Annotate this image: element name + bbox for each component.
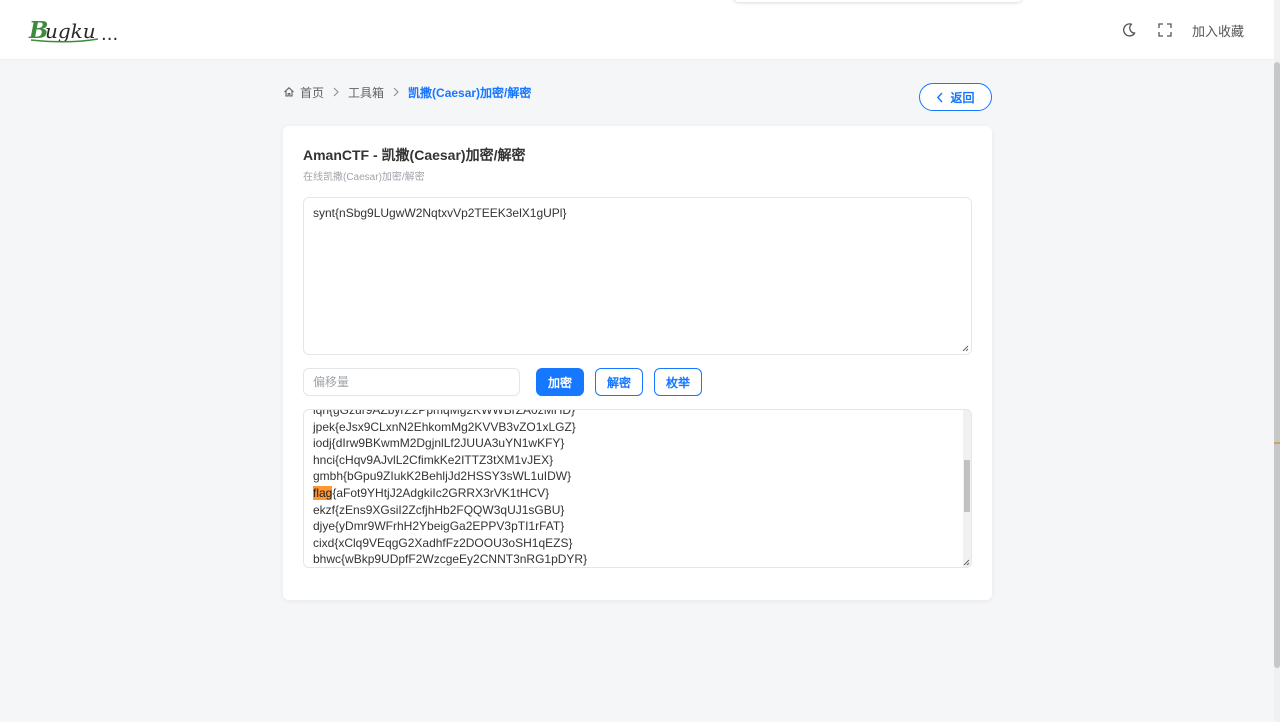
logo-dots: ... xyxy=(101,24,118,45)
logo-wordmark: B ugku ... xyxy=(28,17,118,45)
output-line-text: cixd{xClq9VEqgG2XadhfFz2DOOU3oSH1qEZS} xyxy=(313,535,573,550)
encrypt-button[interactable]: 加密 xyxy=(536,368,584,396)
caesar-tool-card: AmanCTF - 凯撒(Caesar)加密/解密 在线凯撒(Caesar)加密… xyxy=(283,126,992,600)
output-line-text: bhwc{wBkp9UDpfF2WzcgeEy2CNNT3nRG1pDYR} xyxy=(313,552,588,567)
cipher-input-textarea[interactable]: synt{nSbg9LUgwW2NqtxvVp2TEEK3elX1gUPl} xyxy=(303,197,972,355)
breadcrumb-current: 凯撒(Caesar)加密/解密 xyxy=(408,85,532,100)
output-line-partial: lqrl{gGzur9AZbyrZ2PpmqMg2KWWBrZA0zMHD} xyxy=(313,409,576,417)
output-line: ekzf{zEns9XGsiI2ZcfjhHb2FQQW3qUJ1sGBU} xyxy=(313,502,587,519)
output-line: djye{yDmr9WFrhH2YbeigGa2EPPV3pTI1rFAT} xyxy=(313,518,587,535)
breadcrumb-home[interactable]: 首页 xyxy=(300,84,324,101)
output-line-text: {aFot9YHtjJ2AdgkiIc2GRRX3rVK1tHCV} xyxy=(332,485,550,500)
output-line-text: djye{yDmr9WFrhH2YbeigGa2EPPV3pTI1rFAT} xyxy=(313,519,565,534)
output-line: cixd{xClq9VEqgG2XadhfFz2DOOU3oSH1qEZS} xyxy=(313,535,587,552)
shift-amount-input[interactable] xyxy=(303,368,520,396)
output-line: jpek{eJsx9CLxnN2EhkomMg2KVVB3vZO1xLGZ} xyxy=(313,419,587,436)
output-line-text: gmbh{bGpu9ZIukK2BehljJd2HSSY3sWL1uIDW} xyxy=(313,469,572,484)
breadcrumb: 首页 工具箱 凯撒(Caesar)加密/解密 xyxy=(283,84,531,100)
top-header: B ugku ... 加入收藏 xyxy=(0,0,1274,60)
cipher-input-text: synt{nSbg9LUgwW2NqtxvVp2TEEK3elX1gUPl} xyxy=(313,206,567,220)
chevron-right-icon xyxy=(332,87,340,97)
bugku-logo[interactable]: B ugku ... xyxy=(28,14,128,46)
output-scrollbar[interactable] xyxy=(963,410,971,567)
enumerate-button[interactable]: 枚举 xyxy=(654,368,702,396)
output-line-text: iodj{dIrw9BKwmM2DgjnlLf2JUUA3uYN1wKFY} xyxy=(313,436,565,451)
resize-grip-icon[interactable] xyxy=(962,345,969,352)
back-button[interactable]: 返回 xyxy=(919,83,992,111)
output-line-text: ekzf{zEns9XGsiI2ZcfjhHb2FQQW3qUJ1sGBU} xyxy=(313,502,565,517)
home-icon xyxy=(283,86,295,98)
fullscreen-icon[interactable] xyxy=(1156,21,1174,39)
resize-grip-icon[interactable] xyxy=(963,559,970,566)
search-highlight: flag xyxy=(313,485,333,500)
logo-rest: ugku xyxy=(45,19,96,43)
card-title: AmanCTF - 凯撒(Caesar)加密/解密 xyxy=(303,147,526,163)
output-line: bhwc{wBkp9UDpfF2WzcgeEy2CNNT3nRG1pDYR} xyxy=(313,551,588,567)
output-scrollbar-thumb[interactable] xyxy=(964,460,970,512)
dropdown-popup-edge xyxy=(733,0,1023,2)
page-scrollbar[interactable] xyxy=(1274,0,1280,722)
output-line-text: jpek{eJsx9CLxnN2EhkomMg2KVVB3vZO1xLGZ} xyxy=(313,419,576,434)
dark-mode-moon-icon[interactable] xyxy=(1120,21,1138,39)
decrypt-button[interactable]: 解密 xyxy=(595,368,643,396)
output-line-text: hnci{cHqv9AJvlL2CfimkKe2ITTZ3tXM1vJEX} xyxy=(313,452,554,467)
chevron-right-icon xyxy=(392,87,400,97)
back-button-label: 返回 xyxy=(950,90,975,105)
output-line: hnci{cHqv9AJvlL2CfimkKe2ITTZ3tXM1vJEX} xyxy=(313,452,587,469)
breadcrumb-toolbox[interactable]: 工具箱 xyxy=(348,84,384,101)
chevron-left-icon xyxy=(936,92,944,103)
output-textarea[interactable]: lqrl{gGzur9AZbyrZ2PpmqMg2KWWBrZA0zMHD} j… xyxy=(303,409,972,568)
page-scrollbar-thumb[interactable] xyxy=(1274,62,1280,668)
add-to-favorites-link[interactable]: 加入收藏 xyxy=(1192,21,1244,40)
page-marker xyxy=(1274,442,1280,444)
output-lines: lqrl{gGzur9AZbyrZ2PpmqMg2KWWBrZA0zMHD} j… xyxy=(313,409,588,567)
output-line: flag{aFot9YHtjJ2AdgkiIc2GRRX3rVK1tHCV} xyxy=(313,485,587,502)
card-subtitle: 在线凯撒(Caesar)加密/解密 xyxy=(303,172,425,183)
output-line: iodj{dIrw9BKwmM2DgjnlLf2JUUA3uYN1wKFY} xyxy=(313,435,587,452)
output-line: gmbh{bGpu9ZIukK2BehljJd2HSSY3sWL1uIDW} xyxy=(313,468,587,485)
